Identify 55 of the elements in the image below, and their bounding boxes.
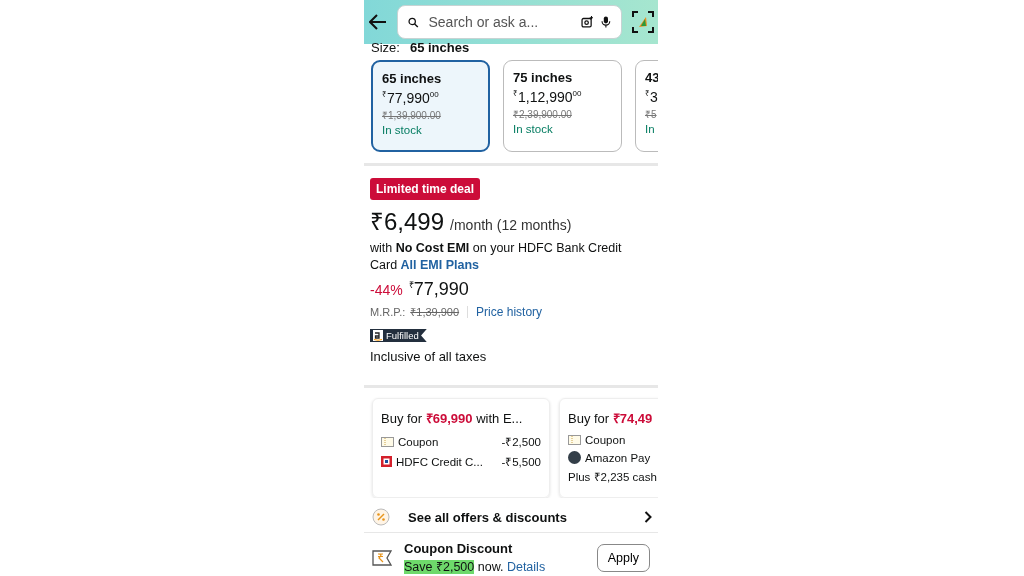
logo-icon: [373, 330, 383, 341]
offer-line: Plus ₹2,235 cash: [568, 470, 658, 484]
emi-plans-link[interactable]: All EMI Plans: [400, 258, 480, 272]
coupon-icon: [381, 436, 394, 447]
offer-title: Buy for ₹74,49: [568, 410, 654, 427]
size-mrp: ₹5: [645, 107, 658, 121]
search-bar[interactable]: Search or ask a...: [397, 5, 622, 39]
offer-line: HDFC Credit C...: [396, 455, 484, 468]
size-price: $^{₹}$1,12,990$^{00}$: [513, 87, 583, 105]
offer-title: Buy for ₹69,990 with E...: [381, 410, 524, 427]
stock-status: In stock: [513, 122, 554, 135]
size-label: Size:: [371, 41, 400, 55]
size-price: $^{₹}$3: [645, 87, 658, 105]
bank-icon: [381, 456, 392, 467]
offer-card[interactable]: Buy for ₹74,49 Coupon Amazon Pay Plus ₹2,235 cash: [559, 398, 658, 498]
offer-line: Coupon: [585, 434, 627, 446]
size-price: $^{₹}$77,990$^{00}$: [382, 88, 440, 106]
size-option-card[interactable]: 65 inches $^{₹}$77,990$^{00}$ ₹1,39,900.00 In stock: [371, 60, 490, 152]
size-value: 65 inches: [409, 41, 470, 55]
discount-percent: -44%: [370, 282, 403, 298]
deal-badge: Limited time deal: [370, 178, 481, 200]
price-history-link[interactable]: Price history: [476, 304, 543, 319]
tax-note: Inclusive of all taxes: [370, 349, 487, 364]
coupon-title: Coupon Discount: [404, 541, 514, 556]
price: $^{₹}$77,990: [408, 278, 469, 300]
see-all-offers-row[interactable]: See all offers & discounts: [364, 498, 658, 526]
size-mrp: ₹1,39,900.00: [382, 108, 442, 122]
apply-button[interactable]: Apply: [596, 544, 650, 572]
stock-status: In: [645, 122, 656, 135]
fulfilled-badge: Fulfilled: [370, 329, 427, 342]
offer-amount: -₹2,500: [501, 435, 541, 449]
percent-icon: [372, 508, 390, 526]
back-icon[interactable]: [369, 14, 387, 30]
emi-price: ₹6,499: [370, 207, 445, 237]
camera-icon[interactable]: [580, 13, 594, 31]
mrp-label: M.R.P.:: [370, 305, 406, 318]
chevron-right-icon: [644, 511, 652, 523]
size-option-card[interactable]: 75 inches $^{₹}$1,12,990$^{00}$ ₹2,39,900.00 In stock: [503, 60, 622, 152]
coupon-tag-icon: [372, 550, 392, 566]
wallet-icon: [568, 451, 581, 464]
details-link[interactable]: Details: [506, 560, 546, 574]
size-name: 65 inches: [382, 71, 443, 86]
offer-line: Amazon Pay: [585, 451, 652, 464]
emi-period: /month (12 months): [450, 217, 572, 233]
mrp-price: ₹1,39,900: [410, 305, 460, 319]
size-name: 75 inches: [513, 70, 574, 85]
coupon-savings-text: Save ₹2,500 now. Details: [404, 559, 547, 575]
stock-status: In stock: [382, 123, 423, 136]
size-mrp: ₹2,39,900.00: [513, 107, 573, 121]
offer-card[interactable]: Buy for ₹69,990 with E... Coupon -₹2,500 HDFC Credit C... -₹5,500: [372, 398, 550, 498]
offer-amount: -₹5,500: [501, 455, 541, 469]
emi-description: with No Cost EMI on your HDFC Bank Credit Card All EMI Plans: [370, 240, 623, 274]
scan-icon[interactable]: [632, 11, 654, 33]
offer-line: Coupon: [398, 435, 440, 448]
coupon-icon: [568, 435, 581, 445]
